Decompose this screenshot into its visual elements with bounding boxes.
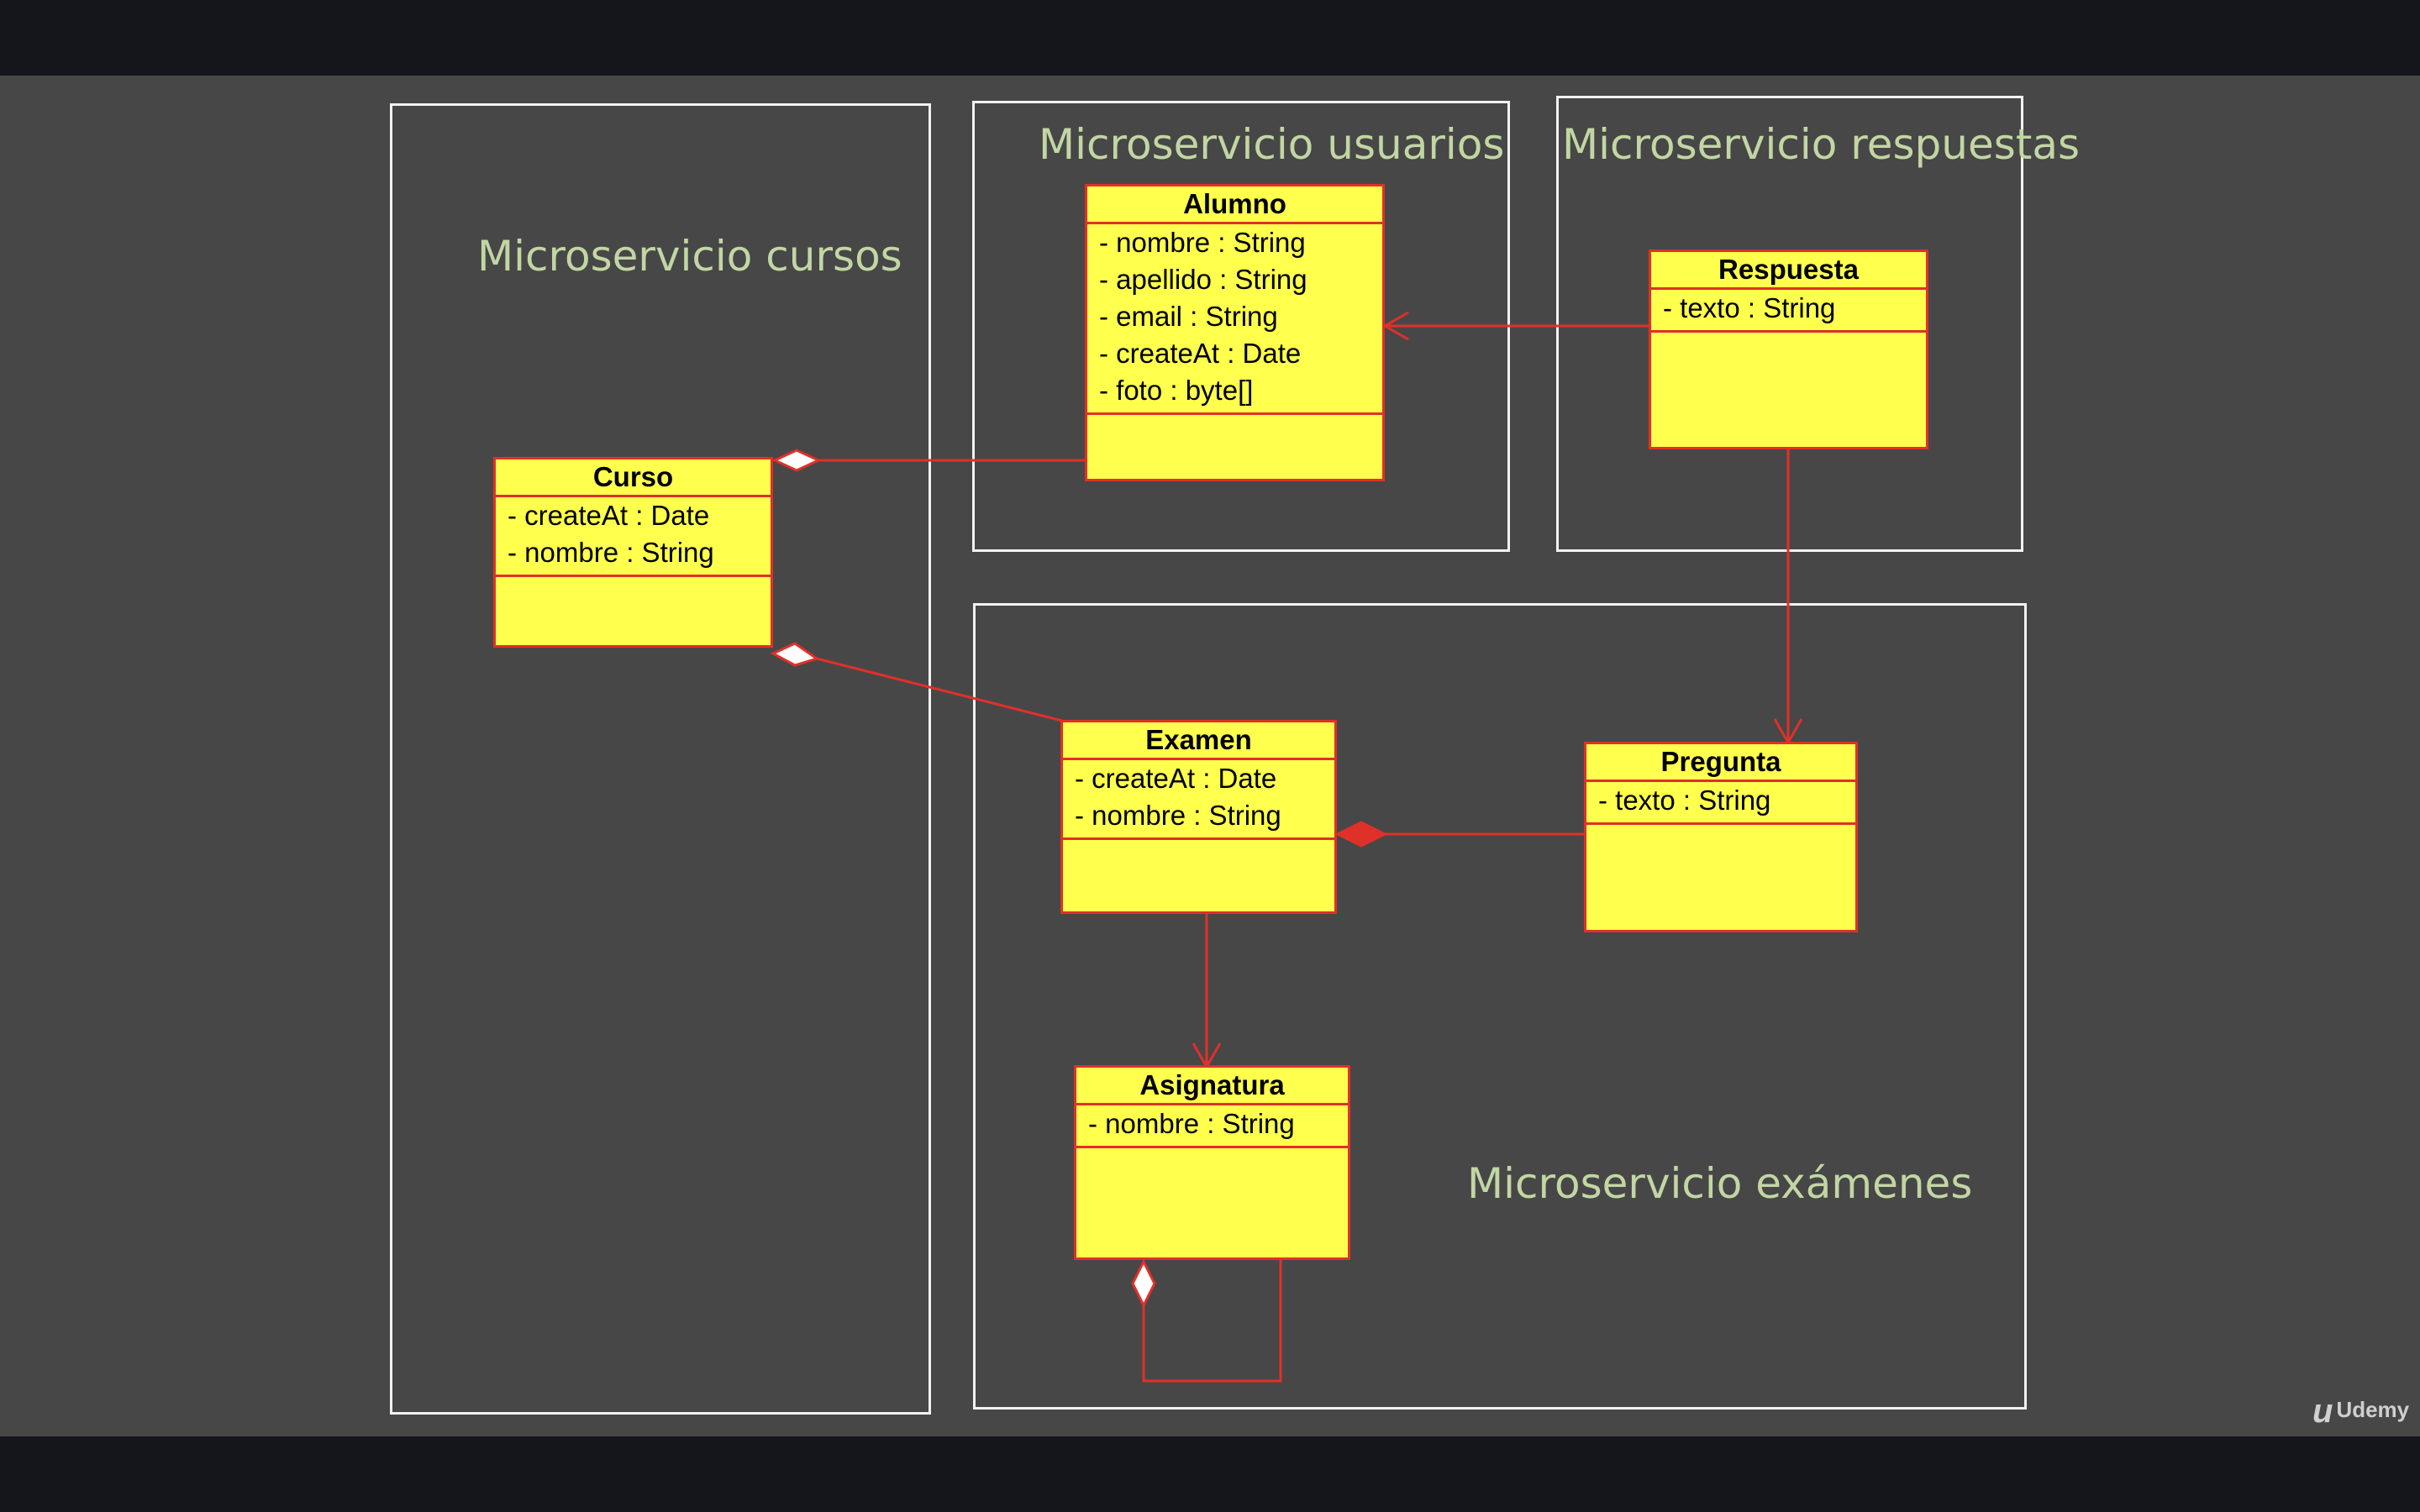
class-respuesta-attributes: - texto : String xyxy=(1651,290,1926,333)
udemy-logo-icon: u xyxy=(2312,1393,2333,1430)
class-examen-name: Examen xyxy=(1063,722,1334,760)
class-respuesta: Respuesta - texto : String xyxy=(1649,249,1928,449)
attribute: - nombre : String xyxy=(1088,1108,1295,1139)
udemy-watermark: u Udemy xyxy=(2312,1393,2409,1431)
class-asignatura-name: Asignatura xyxy=(1076,1068,1348,1105)
class-examen: Examen - createAt : Date - nombre : Stri… xyxy=(1060,720,1337,914)
attribute: - createAt : Date xyxy=(508,500,710,531)
aggregation-diamond-alumno-icon xyxy=(771,449,822,472)
class-pregunta: Pregunta - texto : String xyxy=(1584,742,1858,932)
composition-diamond-icon xyxy=(1334,821,1388,848)
attribute: - texto : String xyxy=(1663,292,1836,323)
class-respuesta-name: Respuesta xyxy=(1651,252,1926,290)
aggregation-diamond-examen-icon xyxy=(770,642,820,667)
class-pregunta-attributes: - texto : String xyxy=(1586,782,1855,825)
aggregation-diamond-asignatura-icon xyxy=(1131,1258,1156,1309)
class-curso-name: Curso xyxy=(496,459,771,497)
class-curso-attributes: - createAt : Date - nombre : String xyxy=(496,497,771,577)
class-curso: Curso - createAt : Date - nombre : Strin… xyxy=(493,457,773,648)
class-examen-attributes: - createAt : Date - nombre : String xyxy=(1063,760,1334,840)
attribute: - nombre : String xyxy=(1075,800,1281,831)
class-alumno-attributes: - nombre : String - apellido : String - … xyxy=(1087,224,1382,415)
attribute: - texto : String xyxy=(1598,785,1771,816)
class-asignatura-attributes: - nombre : String xyxy=(1076,1105,1348,1148)
asignatura-self-line xyxy=(1142,1258,1282,1383)
attribute: - nombre : String xyxy=(508,537,714,568)
attribute: - createAt : Date xyxy=(1099,338,1302,369)
class-asignatura: Asignatura - nombre : String xyxy=(1074,1065,1350,1260)
attribute: - foto : byte[] xyxy=(1099,375,1254,406)
class-pregunta-name: Pregunta xyxy=(1586,744,1855,782)
class-alumno: Alumno - nombre : String - apellido : St… xyxy=(1085,184,1385,481)
curso-examen-line xyxy=(816,657,1063,722)
attribute: - createAt : Date xyxy=(1075,763,1277,794)
attribute: - email : String xyxy=(1099,301,1278,332)
udemy-watermark-text: Udemy xyxy=(2336,1397,2410,1422)
attribute: - apellido : String xyxy=(1099,264,1307,295)
attribute: - nombre : String xyxy=(1099,227,1306,258)
class-alumno-name: Alumno xyxy=(1087,186,1382,224)
